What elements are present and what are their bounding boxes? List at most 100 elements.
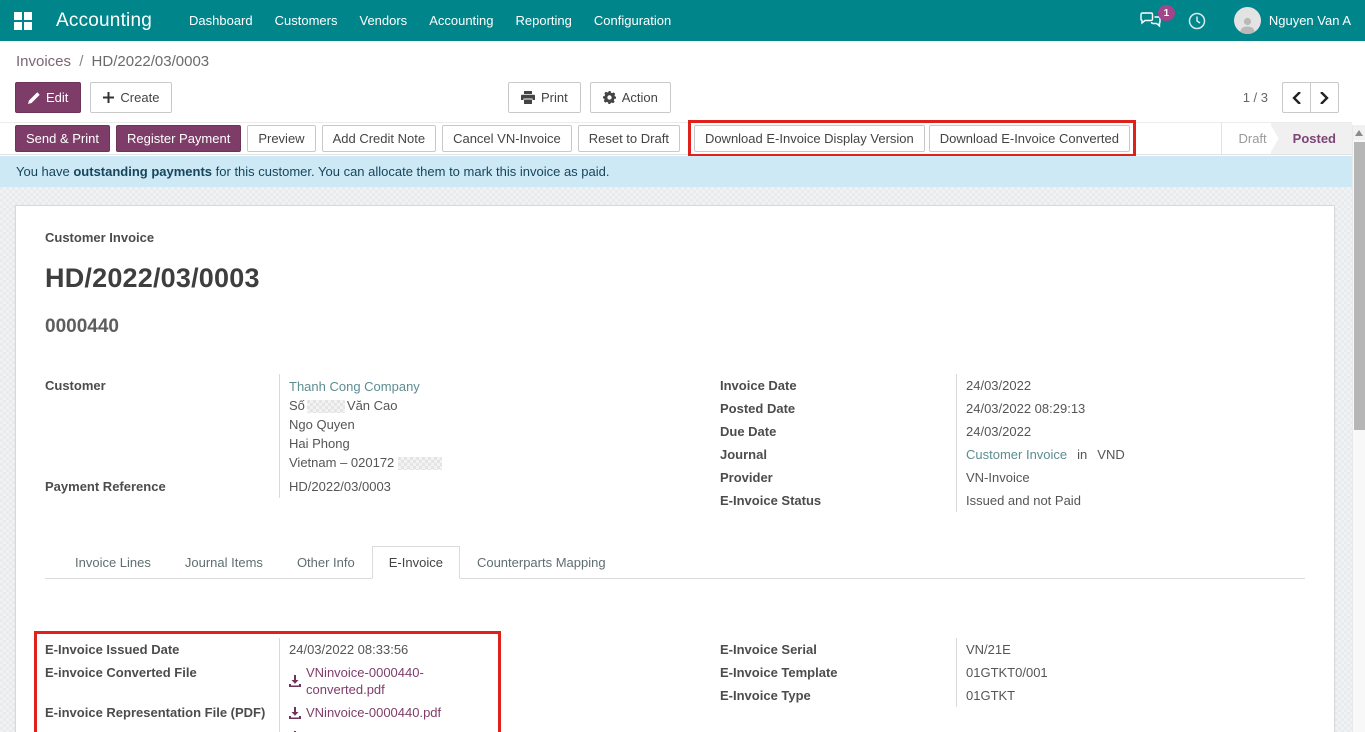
- einvoice-type-label: E-Invoice Type: [720, 684, 956, 707]
- breadcrumb-current: HD/2022/03/0003: [92, 53, 210, 70]
- add-credit-note-button[interactable]: Add Credit Note: [322, 125, 437, 152]
- outstanding-payments-link[interactable]: outstanding payments: [73, 164, 212, 179]
- apps-menu-button[interactable]: [0, 0, 46, 41]
- download-einvoice-display-version-button[interactable]: Download E-Invoice Display Version: [694, 125, 925, 152]
- pager-next-button[interactable]: [1310, 82, 1339, 113]
- gear-icon: [603, 91, 616, 104]
- payment-reference-label: Payment Reference: [45, 475, 279, 498]
- einvoice-representation-pdf-value: VNinvoice-0000440.pdf: [279, 701, 498, 726]
- einvoice-representation-pdf-label: E-invoice Representation File (PDF): [45, 701, 279, 726]
- action-button[interactable]: Action: [590, 82, 671, 113]
- pager-count: 1 / 3: [1243, 90, 1268, 105]
- scrollbar-up-button[interactable]: [1353, 125, 1365, 140]
- posted-date-value: 24/03/2022 08:29:13: [956, 397, 1305, 420]
- nav-item-customers[interactable]: Customers: [264, 0, 349, 41]
- customer-value: Thanh Cong Company SốVăn Cao Ngo Quyen H…: [279, 374, 675, 475]
- due-date-label: Due Date: [720, 420, 956, 443]
- notebook-tabs: Invoice Lines Journal Items Other Info E…: [45, 546, 1305, 579]
- control-panel: Invoices / HD/2022/03/0003 Edit Create P…: [0, 41, 1365, 122]
- messages-button[interactable]: 1: [1140, 12, 1162, 29]
- statusbar: Send & Print Register Payment Preview Ad…: [0, 122, 1352, 155]
- user-name[interactable]: Nguyen Van A: [1269, 13, 1351, 28]
- einvoice-serial-label: E-Invoice Serial: [720, 638, 956, 661]
- invoice-date-label: Invoice Date: [720, 374, 956, 397]
- create-button[interactable]: Create: [90, 82, 172, 113]
- nav-item-dashboard[interactable]: Dashboard: [178, 0, 264, 41]
- converted-pdf-download-link[interactable]: VNinvoice-0000440-converted.pdf: [289, 664, 498, 698]
- scrollbar-thumb[interactable]: [1354, 142, 1365, 430]
- edit-button[interactable]: Edit: [15, 82, 81, 113]
- register-payment-button[interactable]: Register Payment: [116, 125, 241, 152]
- download-icon: [289, 675, 301, 687]
- app-brand[interactable]: Accounting: [56, 10, 152, 32]
- messages-badge: 1: [1158, 5, 1175, 21]
- einvoice-template-value: 01GTKT0/001: [956, 661, 1305, 684]
- nav-item-vendors[interactable]: Vendors: [348, 0, 418, 41]
- invoice-sheet: Customer Invoice HD/2022/03/0003 0000440…: [15, 205, 1335, 732]
- nav-item-accounting[interactable]: Accounting: [418, 0, 504, 41]
- einvoice-meta-group: E-Invoice Serial VN/21E E-Invoice Templa…: [720, 638, 1305, 732]
- journal-label: Journal: [720, 443, 956, 466]
- invoice-info-group: Invoice Date 24/03/2022 Posted Date 24/0…: [720, 374, 1305, 512]
- nav-item-reporting[interactable]: Reporting: [505, 0, 583, 41]
- provider-label: Provider: [720, 466, 956, 489]
- avatar-person-icon: [1238, 15, 1257, 34]
- invoice-number-title: HD/2022/03/0003: [45, 263, 1305, 294]
- einvoice-serial-value: VN/21E: [956, 638, 1305, 661]
- vertical-scrollbar[interactable]: [1352, 125, 1365, 732]
- tab-counterparts-mapping[interactable]: Counterparts Mapping: [460, 546, 623, 579]
- einvoice-status-value: Issued and not Paid: [956, 489, 1305, 512]
- einvoice-representation-zip-label: E-invoice Representation File (Zip/XML): [45, 726, 279, 732]
- print-button[interactable]: Print: [508, 82, 581, 113]
- einvoice-issued-date-label: E-Invoice Issued Date: [45, 638, 279, 661]
- user-avatar[interactable]: [1234, 7, 1261, 34]
- breadcrumb-invoices-link[interactable]: Invoices: [16, 53, 71, 70]
- preview-button[interactable]: Preview: [247, 125, 315, 152]
- annotation-red-box-buttons: Download E-Invoice Display Version Downl…: [688, 120, 1136, 157]
- invoice-sequence-subtitle: 0000440: [45, 316, 1305, 338]
- status-step-posted[interactable]: Posted: [1271, 123, 1352, 154]
- status-step-draft[interactable]: Draft: [1222, 123, 1278, 154]
- customer-address-line3: Hai Phong: [289, 434, 675, 453]
- chevron-right-icon: [1320, 92, 1329, 104]
- tab-other-info[interactable]: Other Info: [280, 546, 372, 579]
- status-widget: Draft Posted: [1221, 123, 1352, 154]
- nav-menu: Dashboard Customers Vendors Accounting R…: [178, 0, 682, 41]
- apps-grid-icon: [14, 12, 32, 30]
- download-einvoice-converted-button[interactable]: Download E-Invoice Converted: [929, 125, 1130, 152]
- nav-item-configuration[interactable]: Configuration: [583, 0, 682, 41]
- representation-pdf-download-link[interactable]: VNinvoice-0000440.pdf: [289, 704, 441, 721]
- redacted-text: [307, 400, 345, 413]
- customer-address-country: Vietnam – 020172: [289, 453, 675, 472]
- form-view-background: Customer Invoice HD/2022/03/0003 0000440…: [0, 187, 1352, 732]
- plus-icon: [103, 92, 114, 103]
- einvoice-issued-date-value: 24/03/2022 08:33:56: [279, 638, 498, 661]
- reset-to-draft-button[interactable]: Reset to Draft: [578, 125, 680, 152]
- outstanding-payments-banner: You have outstanding payments for this c…: [0, 156, 1352, 187]
- journal-link[interactable]: Customer Invoice: [966, 447, 1067, 462]
- tab-e-invoice[interactable]: E-Invoice: [372, 546, 460, 579]
- annotation-red-box-einvoice-fields: E-Invoice Issued Date 24/03/2022 08:33:5…: [34, 631, 501, 732]
- top-navbar: Accounting Dashboard Customers Vendors A…: [0, 0, 1365, 41]
- tab-invoice-lines[interactable]: Invoice Lines: [58, 546, 168, 579]
- representation-xml-download-link[interactable]: VNinvoice-0000440.xml: [289, 729, 443, 732]
- customer-name-link[interactable]: Thanh Cong Company: [289, 377, 675, 396]
- printer-icon: [521, 91, 535, 104]
- download-icon: [289, 707, 301, 719]
- breadcrumb: Invoices / HD/2022/03/0003: [0, 41, 1365, 70]
- einvoice-converted-file-label: E-invoice Converted File: [45, 661, 279, 701]
- payment-reference-value: HD/2022/03/0003: [279, 475, 675, 498]
- cancel-vn-invoice-button[interactable]: Cancel VN-Invoice: [442, 125, 572, 152]
- posted-date-label: Posted Date: [720, 397, 956, 420]
- tab-journal-items[interactable]: Journal Items: [168, 546, 280, 579]
- journal-value: Customer InvoiceinVND: [956, 443, 1305, 466]
- breadcrumb-separator: /: [79, 53, 83, 70]
- activities-button[interactable]: [1188, 12, 1206, 30]
- einvoice-template-label: E-Invoice Template: [720, 661, 956, 684]
- pager-previous-button[interactable]: [1282, 82, 1310, 113]
- send-print-button[interactable]: Send & Print: [15, 125, 110, 152]
- invoice-date-value: 24/03/2022: [956, 374, 1305, 397]
- einvoice-tab-panel: E-Invoice Issued Date 24/03/2022 08:33:5…: [45, 615, 1305, 732]
- einvoice-representation-zip-value: VNinvoice-0000440.xml: [279, 726, 498, 732]
- redacted-text: [398, 457, 442, 470]
